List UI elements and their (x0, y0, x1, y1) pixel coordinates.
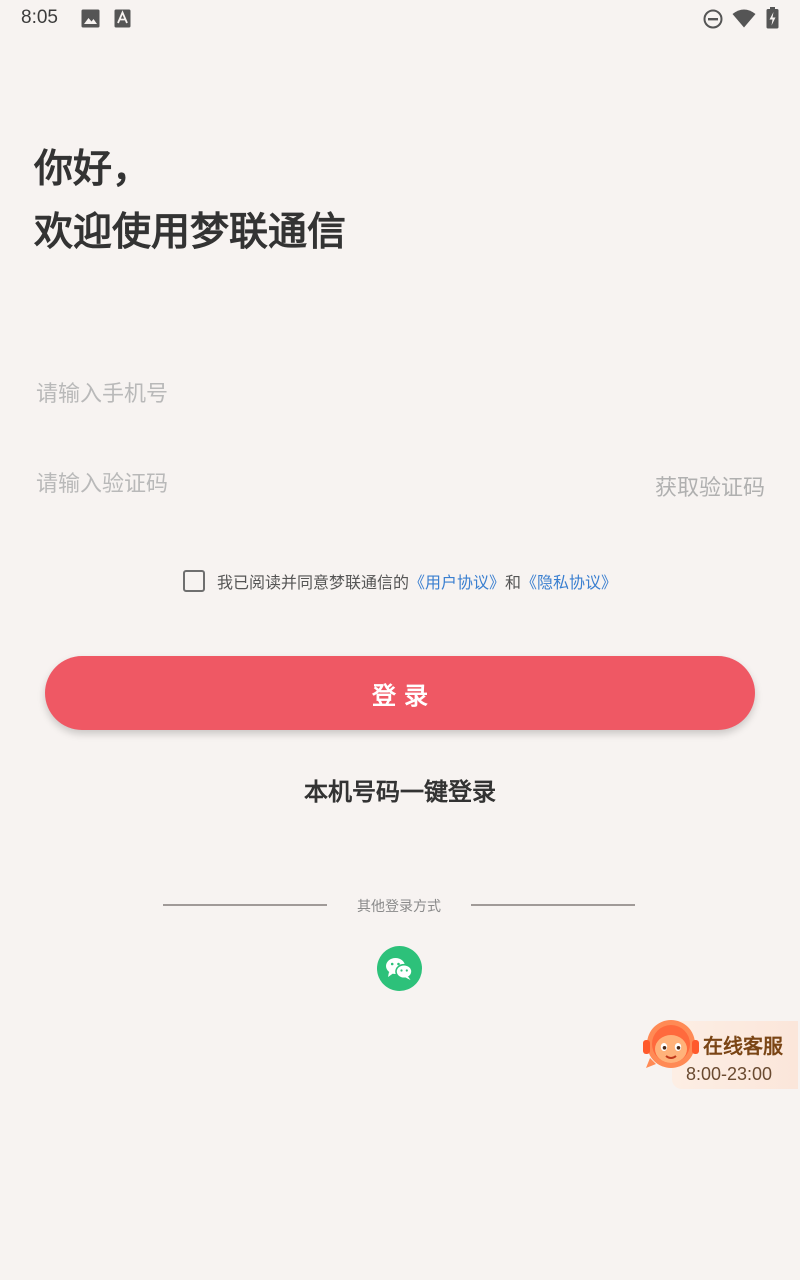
divider-left (163, 904, 327, 906)
agreement-checkbox[interactable] (182, 570, 205, 592)
customer-service-title: 在线客服 (703, 1034, 783, 1058)
phone-field (36, 372, 764, 416)
image-icon (81, 9, 100, 32)
user-agreement-link[interactable]: 《用户协议》 (409, 569, 505, 593)
divider-right (471, 904, 635, 906)
phone-input[interactable] (36, 372, 456, 416)
agreement-and-text: 和 (505, 573, 522, 592)
customer-service-widget[interactable]: 在线客服 8:00-23:00 (640, 1018, 800, 1090)
one-click-login-button[interactable]: 本机号码一键登录 (0, 772, 800, 807)
status-bar: 8:05 (0, 0, 800, 38)
privacy-policy-link[interactable]: 《隐私协议》 (521, 569, 617, 593)
agreement-row: 我已阅读并同意梦联通信的 《用户协议》 和 《隐私协议》 (0, 569, 800, 593)
verification-code-input[interactable] (36, 462, 456, 506)
get-code-button[interactable]: 获取验证码 (655, 470, 765, 502)
agreement-text: 我已阅读并同意梦联通信的 (216, 573, 409, 592)
customer-service-hours: 8:00-23:00 (686, 1064, 773, 1084)
wifi-icon (732, 9, 756, 32)
battery-icon (766, 7, 779, 33)
login-button[interactable]: 登录 (45, 656, 755, 730)
other-login-label: 其他登录方式 (357, 899, 441, 915)
greeting-subtitle: 欢迎使用梦联通信 (34, 210, 347, 255)
wechat-login-button[interactable] (377, 946, 422, 991)
greeting-title: 你好， (34, 147, 152, 192)
do-not-disturb-icon (703, 9, 723, 33)
status-time: 8:05 (21, 7, 58, 28)
wechat-icon (386, 958, 413, 980)
font-icon (114, 9, 131, 32)
